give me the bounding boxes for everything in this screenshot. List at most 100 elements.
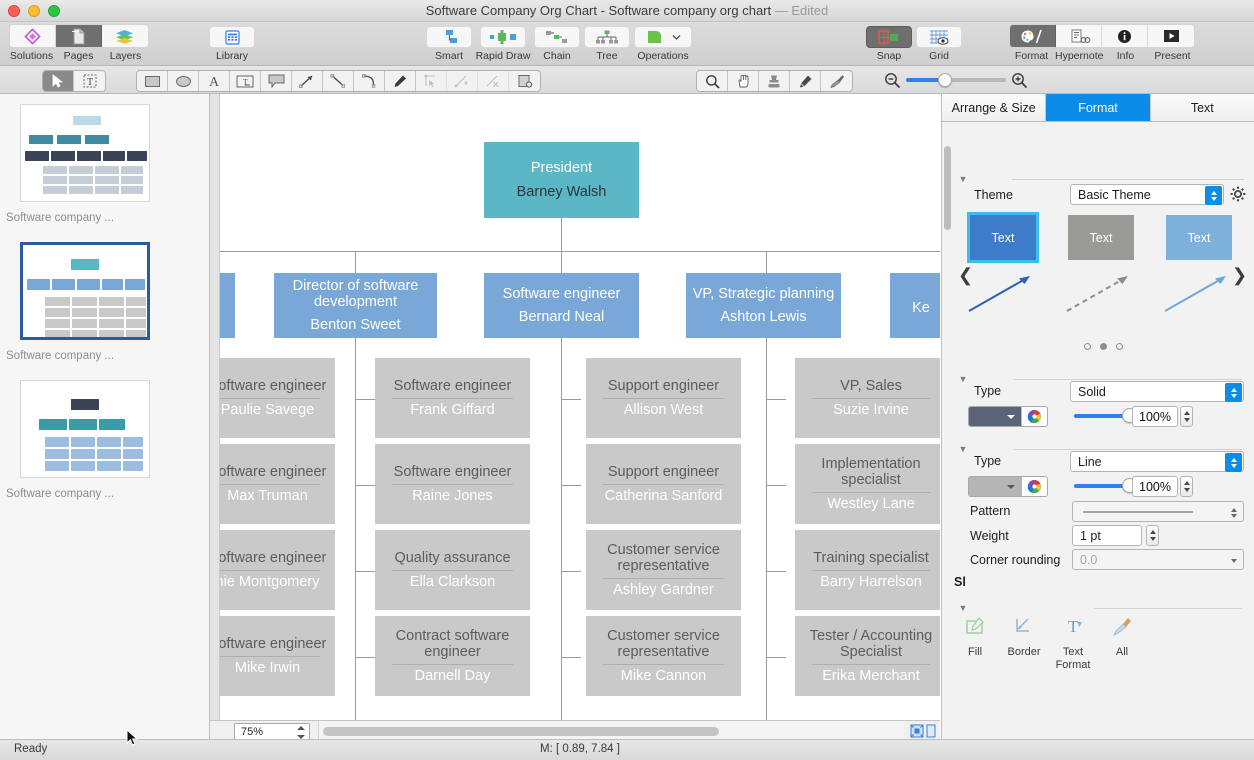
eyedropper-tool-button[interactable]	[790, 71, 821, 91]
gear-icon[interactable]	[1230, 186, 1246, 202]
page-thumbnail-1[interactable]	[20, 104, 150, 202]
border-color-button[interactable]	[968, 476, 1048, 497]
page-thumbnail-2[interactable]	[20, 242, 150, 340]
org-node[interactable]: Director of software development Benton …	[274, 273, 437, 338]
org-node[interactable]: Support engineer Catherina Sanford	[586, 444, 741, 524]
rectangle-tool-button[interactable]	[137, 71, 168, 91]
theme-card-1[interactable]: Text	[967, 212, 1039, 263]
org-node[interactable]: Customer service representative Ashley G…	[586, 530, 741, 610]
border-opacity-stepper[interactable]	[1180, 476, 1193, 497]
page-thumbnail-item[interactable]: Software company ...	[0, 224, 209, 362]
fit-width-icon[interactable]	[926, 724, 936, 738]
org-node[interactable]: Ke	[890, 273, 940, 338]
hand-tool-button[interactable]	[728, 71, 759, 91]
fill-opacity-stepper[interactable]	[1180, 406, 1193, 427]
org-node[interactable]: Software engineer nie Montgomery	[220, 530, 335, 610]
format-painter-disclosure-triangle[interactable]: ▼	[958, 603, 968, 613]
border-color-wheel-button[interactable]	[1021, 477, 1047, 496]
theme-disclosure-triangle[interactable]: ▼	[958, 174, 968, 184]
rapid-draw-button[interactable]: Rapid Draw	[474, 24, 532, 62]
org-node[interactable]: Software engineer Raine Jones	[375, 444, 530, 524]
pages-sidebar[interactable]: Software company ... Software company ..…	[0, 94, 210, 739]
smart-button[interactable]: Smart	[424, 24, 474, 62]
border-type-select[interactable]: Line	[1070, 451, 1244, 472]
layers-button[interactable]	[102, 25, 148, 47]
zoom-slider[interactable]	[906, 70, 1006, 90]
ellipse-tool-button[interactable]	[168, 71, 199, 91]
zoom-level-field[interactable]: 75%	[234, 723, 310, 740]
tree-button[interactable]: Tree	[582, 24, 632, 62]
paintbrush-tool-button[interactable]	[821, 71, 852, 91]
pager-dot[interactable]	[1084, 343, 1091, 350]
delete-point-tool-button[interactable]	[478, 71, 509, 91]
chain-button[interactable]: Chain	[532, 24, 582, 62]
horizontal-scrollbar-track[interactable]	[318, 721, 904, 741]
page-thumbnail-item[interactable]: Software company ...	[0, 362, 209, 500]
zoom-in-icon[interactable]	[1011, 72, 1028, 89]
horizontal-scrollbar-thumb[interactable]	[323, 727, 719, 736]
pager-dot[interactable]	[1116, 343, 1123, 350]
present-button[interactable]	[1148, 25, 1194, 47]
tab-text[interactable]: Text	[1150, 94, 1254, 121]
zoom-out-icon[interactable]	[884, 72, 901, 89]
fill-painter-button[interactable]: Fill	[947, 616, 1003, 659]
hypernote-button[interactable]	[1056, 25, 1102, 47]
add-point-tool-button[interactable]	[447, 71, 478, 91]
org-node[interactable]: Customer service representative Mike Can…	[586, 616, 741, 696]
info-button[interactable]	[1102, 25, 1148, 47]
org-node[interactable]: Contract software engineer Darnell Day	[375, 616, 530, 696]
fill-color-wheel-button[interactable]	[1021, 407, 1047, 426]
tab-format[interactable]: Format	[1046, 94, 1151, 121]
line-tool-button[interactable]	[323, 71, 354, 91]
org-node[interactable]: Quality assurance Ella Clarkson	[375, 530, 530, 610]
border-weight-field[interactable]: 1 pt	[1072, 525, 1142, 546]
page-thumbnail-item[interactable]: Software company ...	[0, 94, 209, 224]
diagram-canvas[interactable]: President Barney Walsh Director of softw…	[220, 94, 940, 720]
border-opacity-value[interactable]: 100%	[1132, 476, 1178, 497]
org-node[interactable]: VP, Sales Suzie Irvine	[795, 358, 940, 438]
theme-card-2[interactable]: Text	[1068, 215, 1134, 260]
org-node[interactable]: Tester / Accounting Specialist Erika Mer…	[795, 616, 940, 696]
solutions-button[interactable]	[10, 25, 56, 47]
pages-button[interactable]	[55, 25, 102, 47]
fill-type-select[interactable]: Solid	[1070, 381, 1244, 402]
pager-dot-active[interactable]	[1100, 343, 1107, 350]
callout-tool-button[interactable]	[261, 71, 292, 91]
org-node[interactable]: VP, Strategic planning Ashton Lewis	[686, 273, 841, 338]
corner-rounding-select[interactable]: 0.0	[1072, 549, 1244, 570]
theme-card-3[interactable]: Text	[1166, 215, 1232, 260]
fill-color-button[interactable]	[968, 406, 1048, 427]
org-node[interactable]: Software engineer Paulie Savege	[220, 358, 335, 438]
text-tool-button[interactable]: A	[199, 71, 230, 91]
fill-opacity-value[interactable]: 100%	[1132, 406, 1178, 427]
operations-button[interactable]: Operations	[632, 24, 694, 62]
format-button[interactable]	[1010, 25, 1056, 47]
org-node[interactable]: President Barney Walsh	[484, 142, 639, 218]
all-painter-button[interactable]: All	[1094, 616, 1150, 659]
arrow-tool-button[interactable]	[292, 71, 323, 91]
pointer-tool-button[interactable]	[43, 71, 74, 91]
org-node[interactable]: Software engineer Frank Giffard	[375, 358, 530, 438]
org-node[interactable]: Training specialist Barry Harrelson	[795, 530, 940, 610]
zoom-level-stepper[interactable]	[296, 726, 305, 739]
magnifier-tool-button[interactable]	[697, 71, 728, 91]
shape-action-tool-button[interactable]	[509, 71, 540, 91]
library-button[interactable]: Library	[207, 24, 257, 62]
border-disclosure-triangle[interactable]: ▼	[958, 444, 968, 454]
org-node[interactable]	[220, 273, 235, 338]
org-node[interactable]: Software engineer Mike Irwin	[220, 616, 335, 696]
org-node[interactable]: Software engineer Max Truman	[220, 444, 335, 524]
page-thumbnail-3[interactable]	[20, 380, 150, 478]
text-select-tool-button[interactable]: T	[74, 71, 105, 91]
tab-arrange-size[interactable]: Arrange & Size	[942, 94, 1047, 121]
org-node[interactable]: Software engineer Bernard Neal	[484, 273, 639, 338]
org-node[interactable]: Support engineer Allison West	[586, 358, 741, 438]
curve-tool-button[interactable]	[354, 71, 385, 91]
border-opacity-slider[interactable]	[1074, 476, 1137, 496]
border-weight-stepper[interactable]	[1146, 525, 1159, 546]
border-pattern-select[interactable]	[1072, 501, 1244, 522]
inspector-scrollbar[interactable]	[944, 146, 951, 230]
grid-button[interactable]: Grid	[914, 24, 964, 62]
snap-button[interactable]: Snap	[864, 24, 914, 62]
fill-opacity-slider[interactable]	[1074, 406, 1137, 426]
